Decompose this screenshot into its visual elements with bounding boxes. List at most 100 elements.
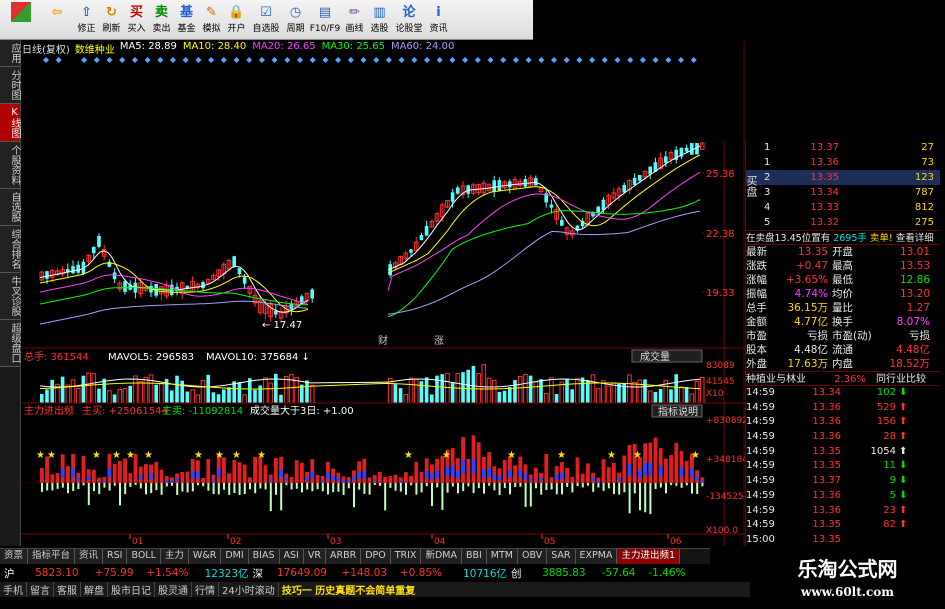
indicator-tab[interactable]: W&R xyxy=(188,549,222,564)
toolbar-period-button[interactable]: ◷ 周期 xyxy=(283,2,308,39)
toolbar-draw-line-button[interactable]: ✏ 画线 xyxy=(342,2,367,39)
left-tab-7[interactable]: 超级盘口 xyxy=(0,320,20,367)
center-label: 涨 xyxy=(434,335,444,347)
status-item[interactable]: 手机 xyxy=(0,582,27,597)
volume-bar xyxy=(481,364,487,404)
indicator-tab[interactable]: 主力进出频1 xyxy=(617,549,680,564)
toolbar-forum-button[interactable]: 论论股堂 xyxy=(392,2,426,39)
toolbar-sell-button[interactable]: 卖卖出 xyxy=(149,2,174,39)
indicator-tab[interactable]: BIAS xyxy=(248,549,280,564)
toolbar-stock-pick-button[interactable]: ▥ 选股 xyxy=(367,2,392,39)
tick-volume: 23 xyxy=(883,504,896,516)
indicator-tab[interactable]: ASI xyxy=(279,549,304,564)
candle xyxy=(310,289,314,299)
toolbar-news-button[interactable]: i 资讯 xyxy=(426,2,451,39)
toolbar-grid-button[interactable] xyxy=(2,2,40,39)
flow-blue-bar xyxy=(279,469,283,478)
order-row[interactable]: 2 13.35 123 xyxy=(746,170,940,185)
toolbar-refresh-button[interactable]: ↻ 刷新 xyxy=(99,2,124,39)
industry-compare-button[interactable]: 同行业比较 xyxy=(866,372,926,385)
indicator-tab[interactable]: 主力 xyxy=(160,549,189,564)
indicator-tab[interactable]: TRIX xyxy=(390,549,422,564)
indicator-tab[interactable]: 资讯 xyxy=(75,549,104,564)
indicator-tab[interactable]: VR xyxy=(303,549,326,564)
toolbar-fund-button[interactable]: 基基金 xyxy=(174,2,199,39)
flow-up-bar xyxy=(206,459,211,483)
toolbar-buy-button[interactable]: 买买入 xyxy=(124,2,149,39)
stat-key: 涨跌 xyxy=(746,260,767,272)
toolbar-f10-button[interactable]: ▤ F10/F9 xyxy=(308,2,342,39)
order-row[interactable]: 1 13.37 27 xyxy=(746,140,940,155)
status-item[interactable]: 行情 xyxy=(192,582,219,597)
industry-row[interactable]: 种植业与林业 2.36% 同行业比较 xyxy=(746,371,940,386)
sell-notice-link[interactable]: 查看详细 xyxy=(893,231,934,244)
status-item[interactable]: 股市日记 xyxy=(108,582,155,597)
toolbar-simulate-button[interactable]: ✎ 模拟 xyxy=(199,2,224,39)
order-row[interactable]: 1 13.36 73 xyxy=(746,155,940,170)
flow-down-bar xyxy=(514,483,517,488)
indicator-tab[interactable]: BOLL xyxy=(127,549,161,564)
status-item[interactable]: 解盘 xyxy=(81,582,108,597)
flow-up-bar xyxy=(289,477,294,483)
flow-up-bar xyxy=(263,465,268,483)
indicator-tab[interactable]: 指标平台 xyxy=(28,549,76,564)
indicator-tab[interactable]: 资票 xyxy=(0,549,29,564)
signal-diamond xyxy=(119,57,126,63)
flow-down-bar xyxy=(311,483,314,492)
flow-down-bar xyxy=(353,483,355,508)
left-tab-0[interactable]: 应用 xyxy=(0,40,20,67)
toolbar-watchlist-button[interactable]: ☑ 自选股 xyxy=(249,2,283,39)
status-item[interactable]: 24小时滚动 xyxy=(219,582,279,597)
flow-blue-bar xyxy=(497,475,502,481)
status-item[interactable]: 留言 xyxy=(27,582,54,597)
flow-down-bar xyxy=(389,483,392,488)
kline-chart[interactable]: 25.3822.3819.33← 17.47财 涨总手: 361544 MAVOL5… xyxy=(22,41,767,546)
stat-row: 外盘 17.63万 内盘 18.52万 xyxy=(746,357,940,371)
indicator-tab[interactable]: RSI xyxy=(103,549,128,564)
toolbar-lock-button[interactable]: 🔒 开户 xyxy=(224,2,249,39)
flow-down-bar xyxy=(41,483,43,492)
order-row[interactable]: 3 13.34 787 xyxy=(746,185,940,200)
left-tab-3[interactable]: 个股资料 xyxy=(0,142,20,189)
indicator-tab[interactable]: ARBR xyxy=(325,549,362,564)
flow-star: ★ xyxy=(442,450,451,461)
cy-value: 3885.83 xyxy=(542,567,586,579)
indicator-tab[interactable]: BBI xyxy=(461,549,487,564)
tick-time: 14:59 xyxy=(746,445,775,457)
toolbar-fix-button[interactable]: ⇧ 修正 xyxy=(74,2,99,39)
flow-down-bar xyxy=(243,483,246,495)
indicator-tab[interactable]: EXPMA xyxy=(575,549,618,564)
status-item[interactable]: 技巧一 历史真题不会简单重复 xyxy=(279,582,418,597)
status-item[interactable]: 客服 xyxy=(54,582,81,597)
sell-notice[interactable]: 在卖盘13.45位置有 2695手 卖单! 查看详细 xyxy=(746,230,940,245)
tick-row: 14:59 13.36 5 ⬇ xyxy=(746,489,940,504)
date-tick: 04 xyxy=(434,537,446,546)
indicator-tab[interactable]: 新DMA xyxy=(421,549,462,564)
flow-blue-bar xyxy=(482,469,486,478)
left-tab-5[interactable]: 综合排名 xyxy=(0,226,20,273)
left-tab-1[interactable]: 分时图 xyxy=(0,67,20,104)
stat-key: 金额 xyxy=(746,316,767,328)
price-axis: 25.38 22.38 19.33 xyxy=(702,169,735,299)
left-tab-4[interactable]: 自选股 xyxy=(0,189,20,226)
stat-row: 涨跌 +0.47 最高 13.53 xyxy=(746,259,940,273)
order-row[interactable]: 4 13.33 812 xyxy=(746,200,940,215)
indicator-tab[interactable]: DMI xyxy=(221,549,249,564)
indicator-tab[interactable]: SAR xyxy=(547,549,576,564)
left-tab-2[interactable]: K线图 xyxy=(0,104,20,142)
volume-bar xyxy=(279,394,283,403)
indicator-tab[interactable]: DPO xyxy=(361,549,391,564)
candle xyxy=(664,156,668,163)
sz-value: 17649.09 xyxy=(276,567,327,579)
toolbar-back-arrow-button[interactable]: ⇦ xyxy=(40,2,74,39)
indicator-tab[interactable]: OBV xyxy=(518,549,548,564)
indicator-tab[interactable]: MTM xyxy=(486,549,518,564)
flow-blue-bar xyxy=(528,478,533,482)
flow-blue-bar xyxy=(596,480,601,482)
flow-down-bar xyxy=(644,483,647,513)
volume-bar xyxy=(81,375,86,403)
left-tab-6[interactable]: 牛叉诊股 xyxy=(0,273,20,320)
status-item[interactable]: 股灵通 xyxy=(155,582,192,597)
tick-price: 13.36 xyxy=(812,504,841,516)
order-row[interactable]: 5 13.32 275 xyxy=(746,215,940,230)
